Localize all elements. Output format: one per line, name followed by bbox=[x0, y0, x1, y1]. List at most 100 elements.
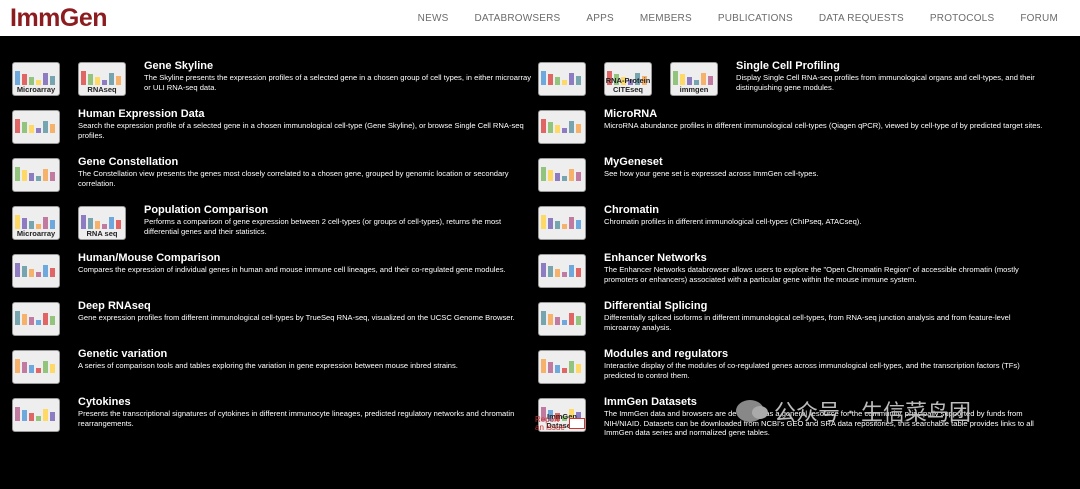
entry-title[interactable]: Human Expression Data bbox=[78, 108, 205, 120]
right-entry-0[interactable]: RNA-Protein CITEseq immgen? Single Cell Pr… bbox=[538, 60, 1048, 106]
entry-description: A series of comparison tools and tables … bbox=[78, 361, 458, 370]
thumbnail-group bbox=[538, 254, 604, 288]
entry-title[interactable]: ImmGen Datasets bbox=[604, 396, 697, 408]
thumbnail-label: immgen bbox=[679, 85, 709, 94]
thumbnail-image[interactable]: RNA-Protein CITEseq bbox=[604, 62, 652, 96]
wechat-icon bbox=[736, 400, 768, 422]
thumbnail-art bbox=[673, 65, 715, 85]
nav-forum[interactable]: FORUM bbox=[1020, 13, 1058, 24]
left-entry-2[interactable]: Gene Constellation The Constellation view… bbox=[12, 156, 527, 202]
thumbnail-art bbox=[15, 257, 57, 277]
thumbnail-image[interactable]: RNA seq? bbox=[78, 206, 126, 240]
left-entry-3[interactable]: Microarray RNA seq? Population ComparisonP… bbox=[12, 204, 527, 250]
left-entry-7[interactable]: Cytokines Presents the transcriptional si… bbox=[12, 396, 527, 442]
entry-description: Chromatin profiles in different immunolo… bbox=[604, 217, 862, 226]
right-entry-4[interactable]: Enhancer Networks The Enhancer Networks d… bbox=[538, 252, 1048, 298]
left-entry-6[interactable]: Genetic variation A series of comparison … bbox=[12, 348, 527, 394]
thumbnail-image[interactable] bbox=[12, 398, 60, 432]
thumbnail-image[interactable] bbox=[538, 254, 586, 288]
left-entry-4[interactable]: Human/Mouse Comparison Compares the expre… bbox=[12, 252, 527, 298]
thumbnail-art bbox=[15, 65, 57, 85]
top-bar: ImmGen NEWS DATABROWSERS APPS MEMBERS PU… bbox=[0, 0, 1080, 36]
left-entry-5[interactable]: Deep RNAseq Gene expression profiles from… bbox=[12, 300, 527, 346]
thumbnail-label: Microarray bbox=[16, 85, 56, 94]
report-line2: an issue bbox=[535, 423, 565, 432]
right-entry-2[interactable]: MyGeneset See how your gene set is expres… bbox=[538, 156, 1048, 202]
thumbnail-art bbox=[541, 353, 583, 373]
entry-title[interactable]: Gene Constellation bbox=[78, 156, 178, 168]
nav-data-requests[interactable]: DATA REQUESTS bbox=[819, 13, 904, 24]
thumbnail-art bbox=[81, 65, 123, 85]
entry-title[interactable]: Human/Mouse Comparison bbox=[78, 252, 220, 264]
nav-publications[interactable]: PUBLICATIONS bbox=[718, 13, 793, 24]
nav-news[interactable]: NEWS bbox=[418, 13, 449, 24]
thumbnail-image[interactable] bbox=[538, 158, 586, 192]
entry-description: The Enhancer Networks databrowser allows… bbox=[604, 265, 1019, 284]
entry-title[interactable]: MicroRNA bbox=[604, 108, 657, 120]
entry-title[interactable]: Cytokines bbox=[78, 396, 131, 408]
nav-members[interactable]: MEMBERS bbox=[640, 13, 692, 24]
main-nav: NEWS DATABROWSERS APPS MEMBERS PUBLICATI… bbox=[392, 0, 1058, 36]
thumbnail-group bbox=[538, 350, 604, 384]
entry-title[interactable]: Modules and regulators bbox=[604, 348, 728, 360]
thumbnail-art bbox=[15, 305, 57, 325]
thumbnail-image[interactable]: RNAseq? bbox=[78, 62, 126, 96]
nav-databrowsers[interactable]: DATABROWSERS bbox=[474, 13, 560, 24]
entry-description: The Constellation view presents the gene… bbox=[78, 169, 509, 188]
entry-title[interactable]: Genetic variation bbox=[78, 348, 167, 360]
right-entry-3[interactable]: Chromatin Chromatin profiles in different… bbox=[538, 204, 1048, 250]
report-issue-link[interactable]: Report an issue bbox=[535, 416, 585, 432]
thumbnail-art bbox=[541, 113, 583, 133]
thumbnail-image[interactable] bbox=[12, 254, 60, 288]
thumbnail-image[interactable]: immgen? bbox=[670, 62, 718, 96]
thumbnail-image[interactable] bbox=[12, 158, 60, 192]
entry-title[interactable]: Enhancer Networks bbox=[604, 252, 707, 264]
thumbnail-art bbox=[541, 209, 583, 229]
nav-protocols[interactable]: PROTOCOLS bbox=[930, 13, 994, 24]
thumbnail-image[interactable] bbox=[538, 206, 586, 240]
entry-title[interactable]: Population Comparison bbox=[144, 204, 268, 216]
thumbnail-image[interactable]: Microarray bbox=[12, 62, 60, 96]
entry-title[interactable]: Gene Skyline bbox=[144, 60, 213, 72]
entry-title[interactable]: Single Cell Profiling bbox=[736, 60, 840, 72]
right-entry-1[interactable]: MicroRNA MicroRNA abundance profiles in d… bbox=[538, 108, 1048, 154]
nav-apps[interactable]: APPS bbox=[586, 13, 613, 24]
thumbnail-image[interactable] bbox=[538, 62, 586, 96]
thumbnail-group bbox=[12, 254, 78, 288]
entry-title[interactable]: Differential Splicing bbox=[604, 300, 707, 312]
thumbnail-art bbox=[15, 161, 57, 181]
thumbnail-image[interactable] bbox=[12, 302, 60, 336]
thumbnail-image[interactable] bbox=[538, 110, 586, 144]
entry-description: Gene expression profiles from different … bbox=[78, 313, 515, 322]
entry-description: Performs a comparison of gene expression… bbox=[144, 217, 502, 236]
thumbnail-image[interactable] bbox=[538, 350, 586, 384]
thumbnail-group bbox=[12, 350, 78, 384]
thumbnail-art bbox=[15, 401, 57, 421]
right-entry-6[interactable]: Modules and regulators Interactive displa… bbox=[538, 348, 1048, 394]
thumbnail-image[interactable]: Microarray bbox=[12, 206, 60, 240]
thumbnail-label: RNAseq bbox=[87, 85, 117, 94]
thumbnail-image[interactable] bbox=[538, 302, 586, 336]
thumbnail-group bbox=[538, 110, 604, 144]
thumbnail-art bbox=[541, 305, 583, 325]
immgen-logo[interactable]: ImmGen bbox=[10, 4, 108, 33]
thumbnail-art bbox=[81, 209, 123, 229]
left-entry-1[interactable]: Human Expression Data Search the expressi… bbox=[12, 108, 527, 154]
entry-description: Presents the transcriptional signatures … bbox=[78, 409, 515, 428]
entry-title[interactable]: Chromatin bbox=[604, 204, 659, 216]
entry-title[interactable]: MyGeneset bbox=[604, 156, 663, 168]
right-entry-5[interactable]: Differential Splicing Differentially spli… bbox=[538, 300, 1048, 346]
entry-description: Display Single Cell RNA-seq profiles fro… bbox=[736, 73, 1035, 92]
thumbnail-image[interactable] bbox=[12, 110, 60, 144]
entry-title[interactable]: Deep RNAseq bbox=[78, 300, 151, 312]
entry-description: Compares the expression of individual ge… bbox=[78, 265, 506, 274]
thumbnail-group bbox=[12, 110, 78, 144]
thumbnail-group: Microarray RNAseq? bbox=[12, 62, 144, 96]
entry-description: The Skyline presents the expression prof… bbox=[144, 73, 532, 92]
thumbnail-label: RNA seq bbox=[86, 229, 118, 238]
thumbnail-art bbox=[541, 65, 583, 85]
left-entry-0[interactable]: Microarray RNAseq? Gene SkylineThe Skyline… bbox=[12, 60, 531, 106]
thumbnail-image[interactable] bbox=[12, 350, 60, 384]
entry-description: See how your gene set is expressed acros… bbox=[604, 169, 819, 178]
entry-description: MicroRNA abundance profiles in different… bbox=[604, 121, 1043, 130]
